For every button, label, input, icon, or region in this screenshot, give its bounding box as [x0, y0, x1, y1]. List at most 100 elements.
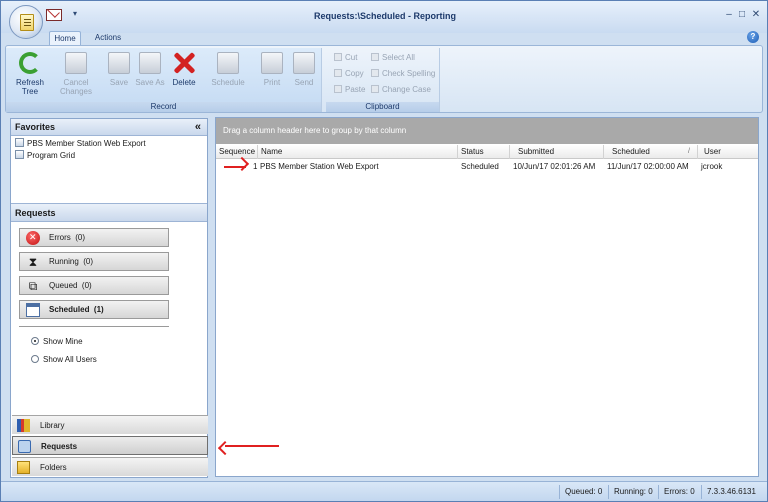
save-as-icon	[139, 52, 161, 74]
calendar-icon	[26, 303, 40, 317]
column-status[interactable]: Status	[458, 145, 510, 159]
qat-dropdown-icon[interactable]: ▾	[70, 9, 80, 19]
errors-status: Errors: 0	[658, 485, 695, 499]
column-submitted[interactable]: Submitted	[510, 145, 604, 159]
select-all-button[interactable]: Select All	[371, 52, 415, 64]
status-bar: Queued: 0 Running: 0 Errors: 0 7.3.3.46.…	[1, 481, 767, 501]
nav-library-label: Library	[40, 421, 65, 430]
tab-home[interactable]: Home	[49, 31, 81, 45]
radio-selected-icon	[31, 337, 39, 345]
cell-status: Scheduled	[461, 162, 499, 171]
spell-check-icon	[371, 69, 379, 77]
running-button[interactable]: ⧗ Running (0)	[19, 252, 169, 271]
queued-label: Queued	[49, 281, 78, 290]
cancel-changes-label: Cancel Changes	[59, 78, 93, 96]
collapse-icon[interactable]: «	[195, 119, 201, 136]
check-spelling-button[interactable]: Check Spelling	[371, 68, 435, 80]
favorite-item-label: PBS Member Station Web Export	[27, 139, 146, 148]
grid-header: Sequence Name Status Submitted Scheduled…	[216, 145, 758, 159]
scheduled-label: Scheduled	[49, 305, 90, 314]
copy-button[interactable]: Copy	[334, 68, 364, 80]
tab-actions[interactable]: Actions	[89, 31, 127, 45]
cancel-changes-button[interactable]: Cancel Changes	[56, 50, 96, 100]
radio-icon	[31, 355, 39, 363]
cut-button[interactable]: Cut	[334, 52, 357, 64]
title-bar: ▾ Requests:\Scheduled - Reporting – □ ✕	[1, 1, 767, 33]
save-icon	[108, 52, 130, 74]
favorites-title: Favorites	[15, 122, 56, 132]
red-arrow-annotation	[224, 166, 246, 168]
running-label: Running	[49, 257, 79, 266]
select-all-icon	[371, 53, 379, 61]
favorite-item-label: Program Grid	[27, 151, 76, 160]
favorite-item[interactable]: Program Grid	[15, 150, 205, 162]
delete-button[interactable]: Delete	[164, 50, 204, 100]
paste-button[interactable]: Paste	[334, 84, 365, 96]
send-label: Send	[294, 78, 314, 87]
running-count: (0)	[83, 257, 94, 266]
app-menu-button[interactable]	[9, 5, 43, 39]
cell-scheduled: 11/Jun/17 02:00:00 AM	[607, 162, 689, 171]
paste-label: Paste	[345, 85, 366, 94]
left-pane: Favorites « PBS Member Station Web Expor…	[10, 118, 208, 478]
refresh-tree-button[interactable]: Refresh Tree	[10, 50, 50, 100]
nav-folders-label: Folders	[40, 463, 67, 472]
delete-label: Delete	[172, 78, 196, 87]
report-icon	[15, 150, 24, 159]
schedule-button[interactable]: Schedule	[208, 50, 248, 100]
refresh-tree-label: Refresh Tree	[15, 78, 44, 96]
hourglass-icon: ⧗	[28, 255, 38, 269]
column-user[interactable]: User	[698, 145, 758, 159]
report-icon	[15, 138, 24, 147]
document-icon	[20, 14, 34, 31]
ribbon-tabs: Home Actions	[1, 31, 767, 45]
version-status: 7.3.3.46.6131	[701, 485, 756, 499]
delete-icon	[173, 52, 195, 74]
column-name[interactable]: Name	[258, 145, 458, 159]
requests-icon	[18, 440, 31, 453]
queued-icon: ⧉	[28, 279, 38, 293]
show-mine-radio[interactable]: Show Mine	[31, 336, 83, 348]
close-button[interactable]: ✕	[750, 9, 762, 21]
favorites-list: PBS Member Station Web Export Program Gr…	[15, 138, 205, 162]
nav-folders[interactable]: Folders	[12, 457, 208, 476]
queued-status: Queued: 0	[559, 485, 602, 499]
requests-grid: Drag a column header here to group by th…	[215, 117, 759, 477]
show-all-users-radio[interactable]: Show All Users	[31, 354, 97, 366]
folder-icon	[17, 461, 30, 474]
column-sequence[interactable]: Sequence	[216, 145, 258, 159]
show-mine-label: Show Mine	[43, 337, 83, 346]
group-by-bar[interactable]: Drag a column header here to group by th…	[216, 118, 758, 144]
errors-label: Errors	[49, 233, 71, 242]
clipboard-group: Cut Copy Paste Select All Check Spelling…	[326, 48, 440, 112]
send-button[interactable]: Send	[284, 50, 324, 100]
maximize-button[interactable]: □	[736, 9, 748, 21]
scissors-icon	[334, 53, 342, 61]
change-case-button[interactable]: Change Case	[371, 84, 431, 96]
error-icon	[26, 230, 40, 245]
errors-count: (0)	[75, 233, 86, 242]
scheduled-button[interactable]: Scheduled (1)	[19, 300, 169, 319]
cell-name: PBS Member Station Web Export	[260, 162, 379, 171]
schedule-icon	[217, 52, 239, 74]
check-spelling-label: Check Spelling	[382, 69, 436, 78]
nav-requests-label: Requests	[41, 442, 78, 451]
send-icon	[293, 52, 315, 74]
sort-icon: /	[688, 148, 690, 155]
nav-requests[interactable]: Requests	[12, 436, 208, 455]
help-icon[interactable]: ?	[747, 31, 759, 43]
print-icon	[261, 52, 283, 74]
running-status: Running: 0	[608, 485, 653, 499]
column-scheduled[interactable]: Scheduled	[604, 145, 698, 159]
mail-icon[interactable]	[46, 9, 62, 21]
errors-button[interactable]: Errors (0)	[19, 228, 169, 247]
cancel-changes-icon	[65, 52, 87, 74]
cell-user: jcrook	[701, 162, 723, 171]
favorite-item[interactable]: PBS Member Station Web Export	[15, 138, 205, 150]
record-group-label: Record	[6, 102, 321, 112]
favorites-header: Favorites «	[11, 119, 207, 136]
minimize-button[interactable]: –	[723, 9, 735, 21]
nav-library[interactable]: Library	[12, 415, 208, 434]
cut-label: Cut	[345, 53, 358, 62]
queued-button[interactable]: ⧉ Queued (0)	[19, 276, 169, 295]
